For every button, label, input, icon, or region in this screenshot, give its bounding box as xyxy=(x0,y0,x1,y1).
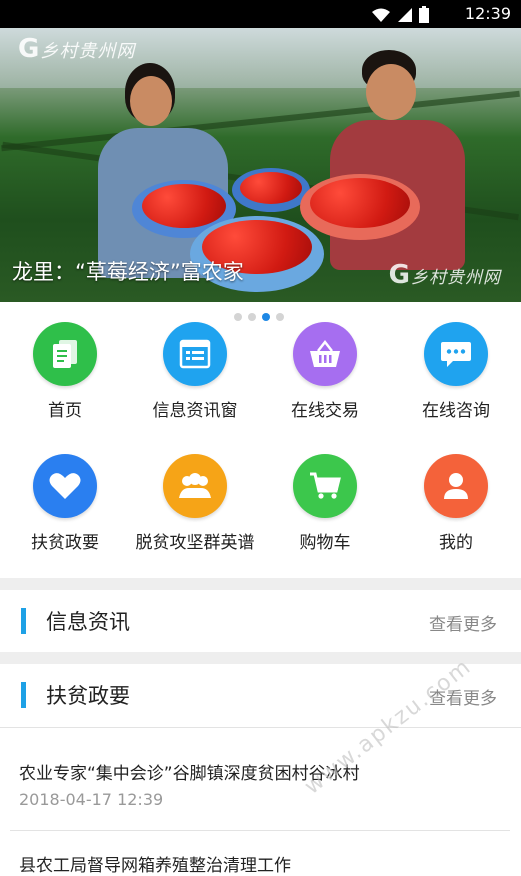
signal-icon xyxy=(398,7,412,22)
grid-label: 在线交易 xyxy=(291,401,359,421)
wifi-icon xyxy=(372,8,390,22)
news-title: 县农工局督导网箱养殖整治清理工作 xyxy=(19,856,291,876)
carousel-dot[interactable] xyxy=(234,313,242,321)
grid-item-cart[interactable]: 购物车 xyxy=(260,454,390,553)
grid-item-heroes[interactable]: 脱贫攻坚群英谱 xyxy=(130,454,260,553)
chat-bubble-icon[interactable] xyxy=(424,322,488,386)
heart-icon[interactable] xyxy=(33,454,97,518)
banner-logo-bottom: G乡村贵州网 xyxy=(388,260,501,290)
banner-carousel[interactable]: G乡村贵州网 G乡村贵州网 龙里：“草莓经济”富农家 xyxy=(0,28,521,302)
list-item[interactable]: 县农工局督导网箱养殖整治清理工作 xyxy=(0,831,521,876)
grid-item-online-consult[interactable]: 在线咨询 xyxy=(391,322,521,421)
grid-label: 脱贫攻坚群英谱 xyxy=(135,533,255,553)
section-title: 信息资讯 xyxy=(46,610,130,634)
section-accent-bar xyxy=(21,682,26,708)
grid-label: 信息资讯窗 xyxy=(152,401,238,421)
view-more-link[interactable]: 查看更多 xyxy=(429,610,497,635)
battery-icon xyxy=(419,6,429,23)
carousel-dot[interactable] xyxy=(248,313,256,321)
section-header-info: 信息资讯 查看更多 xyxy=(0,590,521,650)
grid-label: 我的 xyxy=(439,533,473,553)
section-title: 扶贫政要 xyxy=(46,684,130,708)
group-icon[interactable] xyxy=(163,454,227,518)
news-list-icon[interactable] xyxy=(163,322,227,386)
grid-item-poverty-policy[interactable]: 扶贫政要 xyxy=(0,454,130,553)
section-accent-bar xyxy=(21,608,26,634)
news-timestamp: 2018-04-17 12:39 xyxy=(19,790,164,809)
grid-item-mine[interactable]: 我的 xyxy=(391,454,521,553)
list-item[interactable]: 农业专家“集中会诊”谷脚镇深度贫困村谷冰村 2018-04-17 12:39 xyxy=(0,728,521,830)
grid-label: 首页 xyxy=(48,401,82,421)
grid-item-news-window[interactable]: 信息资讯窗 xyxy=(130,322,260,421)
user-icon[interactable] xyxy=(424,454,488,518)
grid-label: 扶贫政要 xyxy=(31,533,99,553)
basket-icon[interactable] xyxy=(293,322,357,386)
carousel-indicator[interactable] xyxy=(234,313,284,321)
carousel-dot[interactable] xyxy=(276,313,284,321)
grid-item-home[interactable]: 首页 xyxy=(0,322,130,421)
banner-caption: 龙里：“草莓经济”富农家 xyxy=(12,260,244,284)
status-time: 12:39 xyxy=(464,4,511,23)
grid-item-online-trade[interactable]: 在线交易 xyxy=(260,322,390,421)
status-bar: 12:39 xyxy=(0,0,521,28)
banner-logo-top: G乡村贵州网 xyxy=(18,34,136,64)
section-divider xyxy=(0,578,521,590)
grid-label: 在线咨询 xyxy=(422,401,490,421)
carousel-dot-active[interactable] xyxy=(262,313,270,321)
shopping-cart-icon[interactable] xyxy=(293,454,357,518)
grid-label: 购物车 xyxy=(299,533,351,553)
document-icon[interactable] xyxy=(33,322,97,386)
status-icons xyxy=(371,6,429,23)
section-divider xyxy=(0,652,521,664)
